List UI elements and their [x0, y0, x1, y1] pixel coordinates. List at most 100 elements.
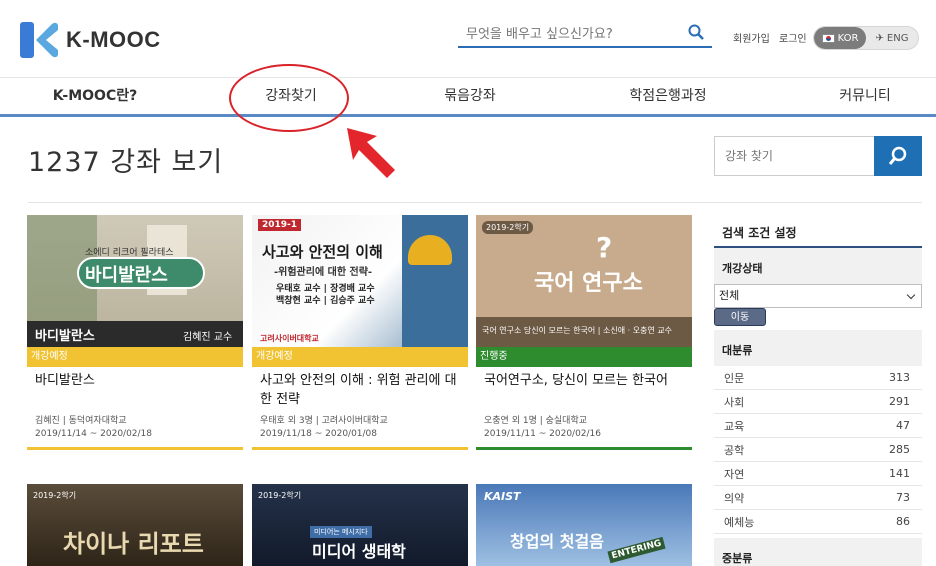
category-count: 313 [889, 371, 910, 384]
status-bar [252, 447, 468, 450]
lang-eng-button[interactable]: ✈ ENG [866, 27, 918, 49]
course-meta: 김혜진 | 동덕여자대학교 [35, 416, 127, 426]
category-item[interactable]: 공학 285 [714, 438, 922, 462]
login-link[interactable]: 로그인 [779, 34, 807, 45]
course-meta: 오충연 외 1명 | 숭실대학교 [484, 416, 588, 426]
header: K-MOOC 회원가입 로그인 KOR ✈ENG [0, 0, 936, 78]
course-search [714, 136, 922, 176]
course-thumbnail: 소에디 리크어 필라테스 바디발란스 바디발란스 김혜진 교수 [27, 215, 243, 347]
page: K-MOOC 회원가입 로그인 KOR ✈ENG K-MOOC란? 강좌찾기 묶… [0, 0, 936, 566]
category-name: 의약 [724, 491, 745, 505]
thumb-title: 차이나 리포트 [63, 530, 204, 558]
category-count: 73 [896, 491, 910, 504]
course-dates: 2019/11/14 ~ 2020/02/18 [35, 429, 153, 439]
thumb-title: 창업의 첫걸음 [510, 532, 604, 551]
globe-icon: ✈ [875, 32, 884, 44]
lang-kor-button[interactable]: KOR [814, 27, 866, 49]
thumb-title: 국어 연구소 [534, 271, 643, 296]
language-toggle: KOR ✈ ENG [813, 26, 919, 50]
thumb-subtitle: -위험관리에 대한 전략- [274, 267, 373, 278]
course-card[interactable]: 2019-2학기 ? 국어 연구소 국어 연구소 당신이 모르는 한국어 | 소… [476, 215, 692, 455]
thumb-caption: 바디발란스 [35, 329, 95, 344]
filter-panel: 검색 조건 설정 개강상태 전체 이동 대분류 인문 313 사회 291 교육 47… [714, 212, 922, 566]
thumb-subtitle: ENTERING [607, 536, 666, 564]
category-count: 86 [896, 515, 910, 528]
divider [28, 202, 922, 203]
subcategory-section-label: 중분류 [714, 538, 922, 566]
nav-credit-bank[interactable]: 학점은행과정 [598, 78, 738, 114]
course-title[interactable]: 바디발란스 [35, 371, 235, 390]
course-meta: 우태호 외 3명 | 고려사이버대학교 [260, 416, 388, 426]
category-count: 141 [889, 467, 910, 480]
top-search [458, 22, 712, 48]
lang-kor-label: KOR [837, 32, 859, 44]
page-title: 1237 강좌 보기 [28, 147, 224, 178]
thumb-title: 미디어 생태학 [312, 542, 406, 561]
category-name: 자연 [724, 467, 745, 481]
thumb-caption: 국어 연구소 당신이 모르는 한국어 | 소신애 · 오충연 교수 [482, 326, 673, 335]
course-search-button[interactable] [874, 136, 922, 176]
category-name: 교육 [724, 419, 745, 433]
category-item[interactable]: 인문 313 [714, 366, 922, 390]
thumb-university: 고려사이버대학교 [260, 334, 319, 343]
logo[interactable]: K-MOOC [20, 22, 161, 58]
thumb-title: 바디발란스 [85, 265, 168, 286]
user-links: 회원가입 로그인 [733, 30, 813, 45]
status-select[interactable]: 전체 [714, 284, 922, 308]
course-search-input[interactable] [714, 136, 874, 176]
course-title[interactable]: 국어연구소, 당신이 모르는 한국어 [484, 371, 684, 390]
category-item[interactable]: 사회 291 [714, 390, 922, 414]
category-item[interactable]: 자연 141 [714, 462, 922, 486]
thumb-professor: 김혜진 교수 [183, 332, 233, 343]
course-card[interactable]: 소에디 리크어 필라테스 바디발란스 바디발란스 김혜진 교수 개강예정 바디발… [27, 215, 243, 455]
category-list: 인문 313 사회 291 교육 47 공학 285 자연 141 의약 73 예체능 86 [714, 366, 922, 534]
course-dates: 2019/11/11 ~ 2020/02/16 [484, 429, 602, 439]
nav-about[interactable]: K-MOOC란? [30, 78, 160, 114]
status-section-label: 개강상태 [714, 248, 922, 284]
status-bar [476, 447, 692, 450]
course-card[interactable]: 2019-2학기 차이나 리포트 [27, 484, 243, 566]
thumb-badge: 2019-2학기 [33, 491, 77, 500]
signup-link[interactable]: 회원가입 [733, 34, 770, 45]
status-badge: 진행중 [476, 347, 692, 367]
course-thumbnail: 2019-1 사고와 안전의 이해 -위험관리에 대한 전략- 우태호 교수 |… [252, 215, 468, 347]
main-nav: K-MOOC란? 강좌찾기 묶음강좌 학점은행과정 커뮤니티 [0, 78, 936, 117]
category-item[interactable]: 교육 47 [714, 414, 922, 438]
course-thumbnail: KAIST 창업의 첫걸음 ENTERING [476, 484, 692, 566]
nav-community[interactable]: 커뮤니티 [805, 78, 925, 114]
search-icon[interactable] [688, 24, 704, 40]
thumb-badge: KAIST [484, 490, 521, 503]
course-card[interactable]: KAIST 창업의 첫걸음 ENTERING [476, 484, 692, 566]
status-badge: 개강예정 [252, 347, 468, 367]
course-card[interactable]: 2019-1 사고와 안전의 이해 -위험관리에 대한 전략- 우태호 교수 |… [252, 215, 468, 455]
thumb-badge: 2019-2학기 [482, 221, 534, 234]
kmooc-logo-icon [20, 22, 58, 58]
category-item[interactable]: 의약 73 [714, 486, 922, 510]
nav-bundle-courses[interactable]: 묶음강좌 [410, 78, 530, 114]
move-button[interactable]: 이동 [714, 308, 766, 326]
category-name: 예체능 [724, 515, 755, 529]
course-dates: 2019/11/18 ~ 2020/01/08 [260, 429, 378, 439]
category-count: 291 [889, 395, 910, 408]
course-thumbnail: 2019-2학기 ? 국어 연구소 국어 연구소 당신이 모르는 한국어 | 소… [476, 215, 692, 347]
korea-flag-icon [821, 33, 835, 43]
filter-title: 검색 조건 설정 [714, 212, 922, 248]
category-name: 인문 [724, 371, 745, 385]
category-name: 공학 [724, 443, 745, 457]
annotation-circle [229, 64, 349, 132]
course-title[interactable]: 사고와 안전의 이해 : 위험 관리에 대한 전략 [260, 371, 460, 409]
category-item[interactable]: 예체능 86 [714, 510, 922, 534]
category-count: 285 [889, 443, 910, 456]
category-section-label: 대분류 [714, 330, 922, 366]
lang-eng-label: ENG [886, 32, 909, 44]
course-card[interactable]: 2019-2학기 미디어는 메시지다 미디어 생태학 [252, 484, 468, 566]
search-icon [888, 146, 907, 165]
question-mark-icon: ? [596, 231, 613, 264]
top-search-input[interactable] [458, 22, 678, 46]
thumb-title: 사고와 안전의 이해 [262, 243, 383, 261]
category-name: 사회 [724, 395, 745, 409]
course-thumbnail: 2019-2학기 미디어는 메시지다 미디어 생태학 [252, 484, 468, 566]
status-badge: 개강예정 [27, 347, 243, 367]
thumb-subtitle: 미디어는 메시지다 [310, 526, 372, 538]
thumb-professors-2: 백창현 교수 | 김승주 교수 [276, 296, 375, 306]
